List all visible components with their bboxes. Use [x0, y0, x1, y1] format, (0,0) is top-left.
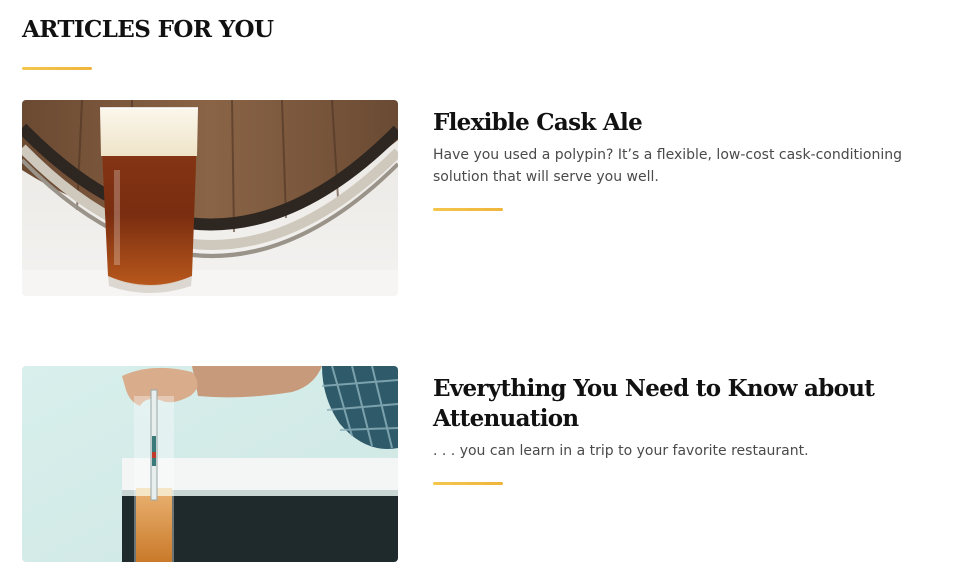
article-card: Flexible Cask Ale Have you used a polypi… — [22, 100, 962, 296]
article-title[interactable]: Flexible Cask Ale — [433, 108, 958, 138]
section-divider — [22, 67, 92, 70]
article-divider — [433, 208, 503, 211]
hydrometer-image — [22, 366, 398, 562]
article-card: Everything You Need to Know about Attenu… — [22, 366, 962, 562]
article-body: Flexible Cask Ale Have you used a polypi… — [433, 100, 958, 211]
article-title[interactable]: Everything You Need to Know about Attenu… — [433, 374, 958, 434]
article-divider — [433, 482, 503, 485]
beer-barrel-image — [22, 100, 398, 296]
section-title: ARTICLES FOR YOU — [22, 16, 274, 43]
article-thumbnail[interactable] — [22, 366, 398, 562]
article-description: . . . you can learn in a trip to your fa… — [433, 443, 809, 459]
article-thumbnail[interactable] — [22, 100, 398, 296]
article-description: Have you used a polypin? It’s a flexible… — [433, 147, 902, 185]
article-body: Everything You Need to Know about Attenu… — [433, 366, 958, 485]
